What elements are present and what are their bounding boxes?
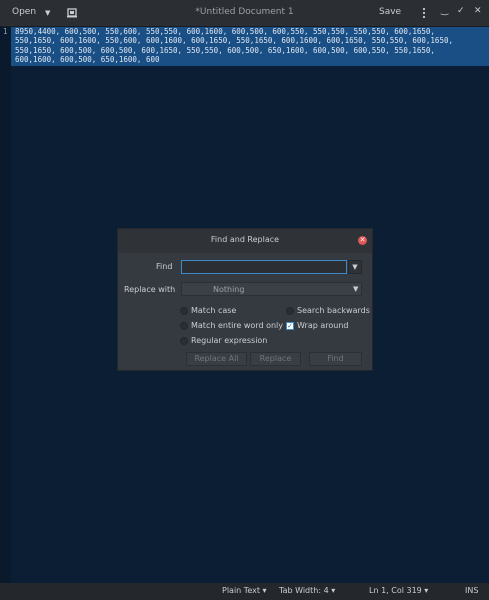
match-case-label[interactable]: Match case bbox=[191, 306, 236, 315]
replace-with-value: Nothing bbox=[213, 285, 245, 294]
menu-icon[interactable] bbox=[419, 6, 429, 20]
find-button[interactable]: Find bbox=[309, 352, 362, 366]
minimize-icon[interactable]: ‿ bbox=[441, 6, 448, 16]
replace-all-button[interactable]: Replace All bbox=[186, 352, 247, 366]
match-case-checkbox[interactable] bbox=[180, 307, 188, 315]
close-window-icon[interactable]: ✕ bbox=[474, 6, 482, 16]
find-history-dropdown-icon[interactable]: ▼ bbox=[348, 260, 362, 274]
dialog-title-bar[interactable]: Find and Replace ✕ bbox=[118, 229, 372, 253]
editor-line: 550,1650, 600,1600, 550,600, 600,1600, 6… bbox=[15, 36, 453, 46]
find-label: Find bbox=[156, 262, 173, 271]
search-backwards-label[interactable]: Search backwards bbox=[297, 306, 370, 315]
header-bar: Open ▼ *Untitled Document 1 Save ‿ ✓ ✕ bbox=[0, 0, 489, 27]
dialog-close-icon[interactable]: ✕ bbox=[358, 236, 367, 245]
regex-checkbox[interactable] bbox=[180, 337, 188, 345]
editor-content[interactable]: 8950,4400, 600,500, 550,600, 550,550, 60… bbox=[15, 27, 485, 65]
insert-mode-indicator: INS bbox=[465, 586, 479, 595]
new-tab-icon[interactable] bbox=[66, 7, 78, 19]
cursor-position[interactable]: Ln 1, Col 319 ▾ bbox=[369, 586, 428, 595]
find-replace-dialog: Find and Replace ✕ Find ▼ Replace with N… bbox=[117, 228, 373, 371]
wrap-around-checkbox[interactable]: ✓ bbox=[286, 322, 294, 330]
line-number-gutter: 1 bbox=[0, 27, 11, 583]
save-button[interactable]: Save bbox=[379, 7, 401, 17]
find-input[interactable] bbox=[181, 260, 347, 274]
replace-with-field[interactable] bbox=[181, 282, 362, 296]
open-button[interactable]: Open bbox=[12, 7, 36, 17]
open-menu-arrow-icon[interactable]: ▼ bbox=[45, 9, 50, 17]
search-backwards-checkbox[interactable] bbox=[286, 307, 294, 315]
language-selector[interactable]: Plain Text ▾ bbox=[222, 586, 267, 595]
editor-line: 600,1600, 600,500, 650,1600, 600 bbox=[15, 55, 160, 65]
maximize-icon[interactable]: ✓ bbox=[457, 6, 465, 16]
tab-width-selector[interactable]: Tab Width: 4 ▾ bbox=[279, 586, 335, 595]
replace-button[interactable]: Replace bbox=[250, 352, 301, 366]
wrap-around-label[interactable]: Wrap around bbox=[297, 321, 349, 330]
match-word-checkbox[interactable] bbox=[180, 322, 188, 330]
replace-dropdown-icon[interactable]: ▼ bbox=[353, 285, 358, 293]
match-word-label[interactable]: Match entire word only bbox=[191, 321, 283, 330]
status-bar: Plain Text ▾ Tab Width: 4 ▾ Ln 1, Col 31… bbox=[0, 583, 489, 600]
editor-line: 8950,4400, 600,500, 550,600, 550,550, 60… bbox=[15, 27, 435, 36]
editor-line: 550,1650, 600,500, 600,500, 600,1650, 55… bbox=[15, 45, 435, 55]
dialog-title: Find and Replace bbox=[210, 235, 280, 244]
line-number: 1 bbox=[3, 27, 8, 36]
replace-with-label: Replace with bbox=[124, 285, 176, 294]
regex-label[interactable]: Regular expression bbox=[191, 336, 267, 345]
